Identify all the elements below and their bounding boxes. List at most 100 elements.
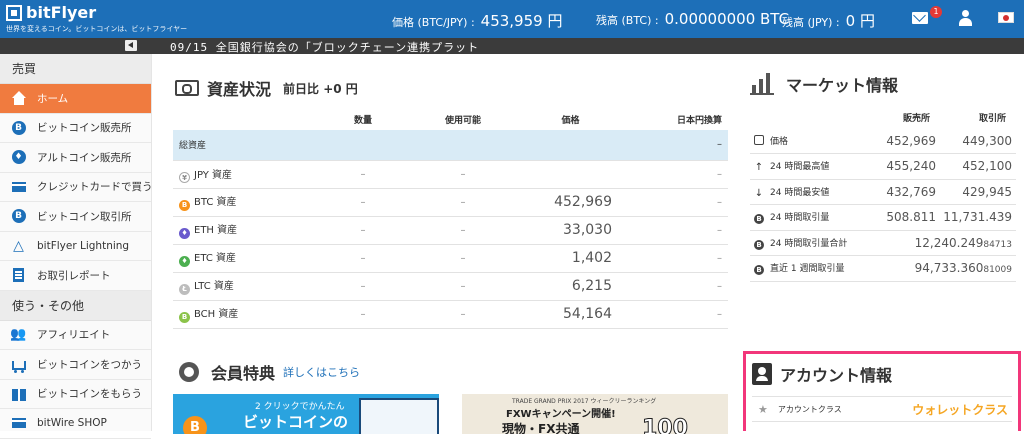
market-exchange-value: 452,100 xyxy=(940,153,1016,180)
asset-name: LTC 資産 xyxy=(194,281,234,292)
report-icon xyxy=(11,268,26,283)
assets-table: 数量 使用可能 価格 日本円換算 総資産 – ¥ JPY 資産 – – – B … xyxy=(173,108,728,329)
bitcoin-icon: B xyxy=(183,416,207,434)
market-row-label: 24 時間取引量 xyxy=(770,213,830,224)
btc-price-display: 価格 (BTC/JPY) : 453,959 円 xyxy=(392,10,562,31)
market-heading: マーケット情報 xyxy=(750,72,898,96)
assets-col-price: 価格 xyxy=(561,115,580,126)
market-col-shop: 販売所 xyxy=(902,113,930,124)
market-table: 販売所 取引所 価格 452,969 449,300 ↑ 24 時間最高値 455… xyxy=(750,106,1016,282)
sidebar-item-use-bitcoin[interactable]: ビットコインをつかう xyxy=(0,350,151,380)
money-icon xyxy=(175,80,199,96)
lightning-icon: △ xyxy=(13,237,24,254)
btc-balance-display: 残高 (BTC) : 0.00000000 BTC xyxy=(596,10,789,28)
sidebar-item-credit-card[interactable]: クレジットカードで買う xyxy=(0,173,151,202)
market-col-exchange: 取引所 xyxy=(978,113,1006,124)
sidebar-collapse-button[interactable] xyxy=(125,40,137,51)
ethereum-icon: ♦ xyxy=(179,228,190,239)
asset-jpy: – xyxy=(628,300,728,329)
table-row[interactable]: ♦ ETC 資産 – – 1,402 – xyxy=(173,244,728,273)
sidebar-item-altcoin-shop[interactable]: ♦ アルトコイン販売所 xyxy=(0,143,151,173)
asset-price: 54,164 xyxy=(513,300,628,329)
asset-available: – xyxy=(413,160,513,189)
banner2-line2: FXWキャンペーン開催! xyxy=(506,409,616,420)
asset-qty: – xyxy=(313,160,413,189)
market-header-row: 販売所 取引所 xyxy=(750,106,1016,128)
sidebar-item-bitcoin-exchange[interactable]: B ビットコイン取引所 xyxy=(0,202,151,232)
market-table-wrap: 販売所 取引所 価格 452,969 449,300 ↑ 24 時間最高値 455… xyxy=(750,106,1016,282)
table-row[interactable]: ¥ JPY 資産 – – – xyxy=(173,160,728,189)
asset-price: 1,402 xyxy=(513,244,628,273)
asset-name: ETH 資産 xyxy=(194,225,238,236)
total-assets-value: – xyxy=(628,130,728,161)
account-heading: アカウント情報 xyxy=(752,362,892,386)
assets-col-available: 使用可能 xyxy=(444,115,481,126)
asset-name: JPY 資産 xyxy=(194,169,233,181)
sidebar-section-other: 使う・その他 xyxy=(0,290,151,321)
asset-price: 33,030 xyxy=(513,216,628,245)
banner2-line3: 現物・FX共通 xyxy=(502,422,580,434)
japan-flag-icon[interactable] xyxy=(998,12,1014,23)
assets-header-row: 数量 使用可能 価格 日本円換算 xyxy=(173,108,728,130)
quick-buy-banner[interactable]: B 2 クリックでかんたん ビットコインの xyxy=(173,394,439,434)
market-row-label: 24 時間最高値 xyxy=(770,162,830,173)
asset-available: – xyxy=(413,300,513,329)
bitcoin-icon: B xyxy=(754,214,764,225)
sidebar-item-get-bitcoin[interactable]: ビットコインをもらう xyxy=(0,380,151,409)
account-title: アカウント情報 xyxy=(780,366,893,385)
asset-jpy: – xyxy=(628,272,728,301)
cart-icon xyxy=(11,357,26,373)
sidebar-item-bitcoin-shop[interactable]: B ビットコイン販売所 xyxy=(0,114,151,143)
sidebar-item-bitwire-shop[interactable]: bitWire SHOP xyxy=(0,409,151,439)
sidebar-item-report[interactable]: お取引レポート xyxy=(0,261,151,291)
market-shop-value: 508.811 xyxy=(874,204,940,231)
sidebar-item-label: bitWire SHOP xyxy=(37,417,107,430)
bitcoin-icon: B xyxy=(11,120,26,135)
table-row[interactable]: B BCH 資産 – – 54,164 – xyxy=(173,300,728,329)
sidebar-item-home[interactable]: ホーム xyxy=(0,84,151,114)
asset-jpy: – xyxy=(628,244,728,273)
account-icon xyxy=(752,363,772,385)
bar-chart-icon xyxy=(750,73,774,95)
asset-available: – xyxy=(413,188,513,217)
btc-price-label: 価格 (BTC/JPY) : xyxy=(392,16,475,29)
bitcoin-icon: B xyxy=(11,209,26,224)
btc-balance-value: 0.00000000 BTC xyxy=(664,10,790,28)
asset-name: ETC 資産 xyxy=(194,253,237,264)
news-ticker: 09/15 全国銀行協会の「ブロックチェーン連携プラット xyxy=(0,38,1024,54)
table-row[interactable]: ♦ ETH 資産 – – 33,030 – xyxy=(173,216,728,245)
market-shop-value: 452,969 xyxy=(874,128,940,154)
star-icon: ★ xyxy=(758,402,768,416)
table-row[interactable]: B BTC 資産 – – 452,969 – xyxy=(173,188,728,217)
market-shop-value: 455,240 xyxy=(874,153,940,180)
assets-total-row: 総資産 – xyxy=(173,130,728,161)
market-row-label: 24 時間最安値 xyxy=(770,187,830,198)
ticker-text[interactable]: 09/15 全国銀行協会の「ブロックチェーン連携プラット xyxy=(170,39,479,55)
litecoin-icon: Ł xyxy=(179,284,190,295)
market-row-label: 価格 xyxy=(770,137,789,147)
bitcoin-cash-icon: B xyxy=(179,312,190,323)
asset-jpy: – xyxy=(628,160,728,189)
shop-icon xyxy=(11,416,26,431)
user-icon[interactable] xyxy=(958,10,972,26)
market-col-label xyxy=(750,106,874,128)
account-class-value[interactable]: ウォレットクラス xyxy=(912,401,1008,418)
total-assets-label: 総資産 xyxy=(173,130,313,161)
market-row-label: 直近 1 週間取引量 xyxy=(770,264,845,275)
market-total24-main: 12,240.249 xyxy=(914,235,984,250)
mail-icon[interactable] xyxy=(912,12,928,24)
sidebar: 売買 ホーム B ビットコイン販売所 ♦ アルトコイン販売所 クレジットカードで… xyxy=(0,54,152,439)
campaign-banner[interactable]: TRADE GRAND PRIX 2017 ウィークリーランキング FXWキャン… xyxy=(462,394,728,434)
sidebar-item-lightning[interactable]: △ bitFlyer Lightning xyxy=(0,232,151,261)
benefits-details-link[interactable]: 詳しくはこちら xyxy=(283,364,360,380)
benefits-heading: 会員特典 詳しくはこちら xyxy=(179,360,360,384)
mail-badge: 1 xyxy=(930,6,942,18)
table-row[interactable]: Ł LTC 資産 – – 6,215 – xyxy=(173,272,728,301)
logo-icon xyxy=(6,4,22,21)
assets-heading: 資産状況 前日比 +0 円 xyxy=(175,76,358,100)
asset-qty: – xyxy=(313,244,413,273)
sidebar-item-affiliate[interactable]: 👥 アフィリエイト xyxy=(0,321,151,350)
price-tag-icon xyxy=(754,135,764,145)
logo[interactable]: bitFlyer xyxy=(6,3,96,22)
sidebar-item-label: クレジットカードで買う xyxy=(37,181,151,194)
